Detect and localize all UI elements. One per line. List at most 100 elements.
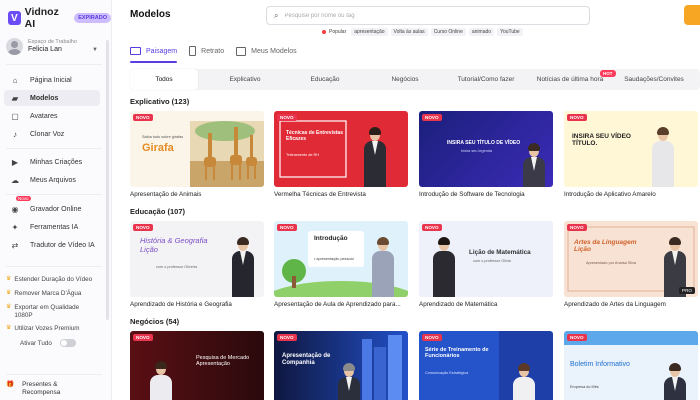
sidebar-item-clone-voice[interactable]: ♪ Clonar Voz [4, 126, 100, 142]
sidebar-item-my-creations[interactable]: ▶ Minhas Criações [4, 154, 100, 170]
new-badge: NOVO [422, 224, 442, 231]
new-badge: NOVO [277, 334, 297, 341]
sidebar-item-label: Ferramentas IA [30, 223, 79, 231]
app-name: Vidnoz AI [24, 6, 59, 30]
sidebar-item-label: Modelos [30, 94, 59, 102]
tag-chip[interactable]: Volta às aulas [390, 28, 428, 36]
avatar [6, 38, 23, 55]
premium-export-1080p[interactable]: ♛ Exportar em Qualidade 1080P [6, 304, 106, 320]
workspace-switcher[interactable]: Espaço de Trabalho Felicia Lan ▼ [6, 38, 104, 55]
sidebar-item-my-files[interactable]: ☁ Meus Arquivos [4, 172, 100, 188]
sidebar-item-ai-tools[interactable]: ✦ Ferramentas IA [4, 219, 100, 235]
template-name: Apresentação de Animais [130, 191, 202, 198]
activate-all-toggle[interactable] [59, 339, 76, 348]
template-card[interactable]: NOVO INSIRA SEU TÍTULO DE VÍDEO Insira s… [419, 111, 553, 198]
sidebar-item-avatars[interactable]: ▢ Avatares [4, 108, 100, 124]
category-education[interactable]: Educação [290, 69, 360, 90]
divider [6, 266, 102, 267]
template-card[interactable]: NOVO Introdução • apresentação pessoal A… [274, 221, 408, 308]
premium-voices[interactable]: ♛ Utilizar Vozes Premium [6, 325, 106, 333]
brand[interactable]: V Vidnoz AI EXPIRADO [8, 6, 111, 30]
magic-icon: ✦ [11, 222, 19, 232]
presenter-avatar [362, 127, 388, 187]
sidebar-item-label: Meus Arquivos [30, 176, 76, 184]
avatar-icon: ▢ [11, 111, 19, 121]
sidebar: V Vidnoz AI EXPIRADO Espaço de Trabalho … [0, 0, 112, 400]
new-badge: NOVO [133, 334, 153, 341]
orientation-tabs: Paisagem Retrato Meus Modelos [130, 44, 297, 63]
workspace-label: Espaço de Trabalho [28, 39, 77, 45]
sidebar-item-video-translator[interactable]: ⇄ Tradutor de Vídeo IA [4, 237, 100, 253]
sidebar-item-templates[interactable]: ▰ Modelos [4, 90, 100, 106]
category-tutorial[interactable]: Tutorial/Como fazer [448, 69, 524, 90]
template-thumbnail: NOVO INSIRA SEU VÍDEO TÍTULO. [564, 111, 698, 187]
upgrade-icon[interactable] [684, 5, 700, 25]
translate-icon: ⇄ [11, 240, 19, 250]
template-card[interactable]: NOVO INSIRA SEU VÍDEO TÍTULO. Introdução… [564, 111, 698, 198]
section-title: Educação (107) [130, 207, 186, 216]
premium-extend-duration[interactable]: ♛ Estender Duração do Vídeo [6, 276, 106, 284]
tab-my-templates[interactable]: Meus Modelos [236, 44, 297, 58]
category-explanatory[interactable]: Explicativo [210, 69, 280, 90]
play-icon: ▶ [11, 157, 19, 167]
sidebar-item-label: Avatares [30, 112, 58, 120]
record-icon: ◉ [11, 204, 19, 214]
tag-chip[interactable]: Curso Online [430, 28, 466, 36]
sidebar-item-online-recorder[interactable]: Novo ◉ Gravador Online [4, 196, 100, 217]
sidebar-scrollbar[interactable] [106, 40, 109, 320]
category-greetings[interactable]: Saudações/Convites [614, 69, 694, 90]
presenter-avatar [650, 127, 676, 187]
thumbnail-title: INSIRA SEU VÍDEO TÍTULO. [572, 133, 631, 148]
premium-remove-watermark[interactable]: ♛ Remover Marca D'Água [6, 290, 106, 298]
new-badge: NOVO [133, 224, 153, 231]
premium-features: ♛ Estender Duração do Vídeo ♛ Remover Ma… [6, 276, 106, 348]
template-thumbnail: NOVO Série de Treinamento de Funcionário… [419, 331, 553, 400]
template-card[interactable]: NOVO Boletim Informativo Empresa do Mês [564, 331, 698, 400]
category-business[interactable]: Negócios [370, 69, 440, 90]
thumbnail-title: Pesquisa de Mercado Apresentação [196, 355, 250, 368]
thumbnail-subtitle: com o professor Oliveira [156, 265, 198, 269]
thumbnail-subtitle: Insira seu legenda [461, 149, 493, 153]
tag-chip[interactable]: YouTube [497, 28, 523, 36]
cloud-icon: ☁ [11, 175, 19, 185]
search-box[interactable]: ⌕ [266, 6, 590, 25]
tag-chip[interactable]: apresentação [351, 28, 388, 36]
tab-landscape[interactable]: Paisagem [130, 44, 178, 63]
template-card[interactable]: NOVO Série de Treinamento de Funcionário… [419, 331, 553, 400]
thumbnail-subtitle: • apresentação pessoal [314, 257, 354, 261]
search-input[interactable] [284, 12, 575, 19]
category-all[interactable]: Todos [130, 69, 198, 90]
presenter-avatar [431, 237, 457, 297]
new-badge: NOVO [133, 114, 153, 121]
pro-badge: PRO [679, 287, 695, 294]
template-thumbnail: NOVO Artes da Linguagem Lição Apresentad… [564, 221, 698, 297]
template-name: Vermelha Técnicas de Entrevista [274, 191, 366, 198]
chevron-down-icon: ▼ [92, 47, 98, 53]
thumbnail-title: Série de Treinamento de Funcionários [425, 347, 489, 360]
template-card[interactable]: NOVO Lição de Matemática com o professor… [419, 221, 553, 308]
template-name: Aprendizado de Artes da Linguagem [564, 301, 666, 308]
template-thumbnail: NOVO História & Geografia Lição com o pr… [130, 221, 264, 297]
new-badge: NOVO [277, 224, 297, 231]
template-card[interactable]: NOVO Artes da Linguagem Lição Apresentad… [564, 221, 698, 308]
home-icon: ⌂ [12, 75, 18, 85]
template-card[interactable]: NOVO Pesquisa de Mercado Apresentação [130, 331, 264, 400]
template-name: Aprendizado de Matemática [419, 301, 498, 308]
folder-icon: ▰ [11, 93, 19, 103]
template-name: Aprendizado de História e Geografia [130, 301, 232, 308]
sidebar-item-home[interactable]: ⌂ Página Inicial [4, 72, 100, 88]
thumbnail-title: História & Geografia Lição [140, 236, 208, 254]
divider [6, 64, 102, 65]
gifts-rewards-link[interactable]: 🎁 Presentes & Recompensa [6, 381, 82, 397]
category-breaking-news[interactable]: Notícias de última hora [532, 69, 608, 90]
template-card[interactable]: NOVO Apresentação de Companhia [274, 331, 408, 400]
template-card[interactable]: NOVO História & Geografia Lição com o pr… [130, 221, 264, 308]
sidebar-item-label: Gravador Online [30, 205, 82, 213]
template-thumbnail: NOVO Pesquisa de Mercado Apresentação [130, 331, 264, 400]
template-card[interactable]: NOVO Técnicas de Entrevistas Eficazes Tr… [274, 111, 408, 198]
template-name: Introdução de Aplicativo Amarelo [564, 191, 656, 198]
tag-chip[interactable]: animado [468, 28, 495, 36]
plan-badge: EXPIRADO [74, 13, 111, 23]
tab-portrait[interactable]: Retrato [189, 44, 224, 58]
template-card[interactable]: NOVO Saiba tudo sobre girafas Girafa Apr… [130, 111, 264, 198]
